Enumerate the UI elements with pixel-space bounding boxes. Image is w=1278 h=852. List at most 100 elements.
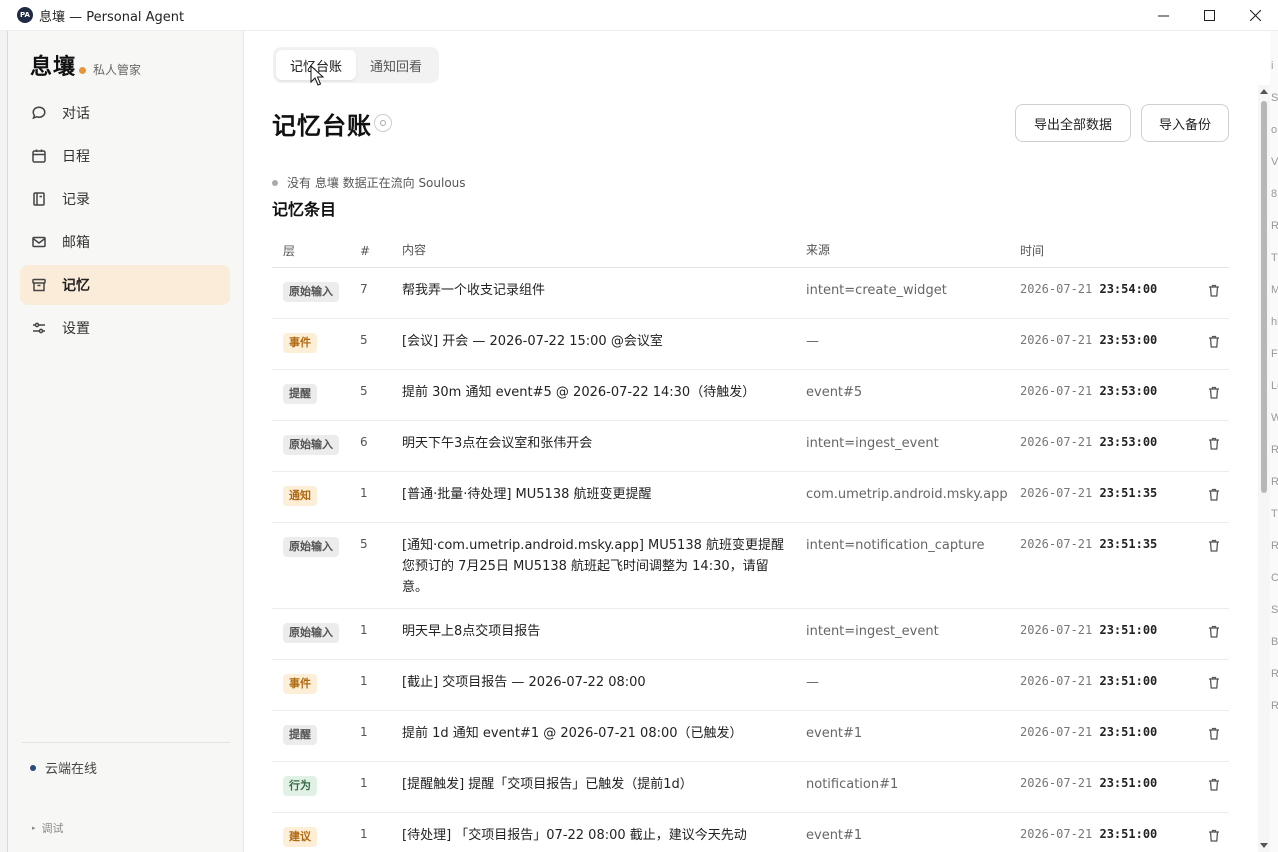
layer-cell: 提醒 [272,723,360,745]
minimize-icon [1157,15,1169,17]
background-glyph: 8 [1271,188,1278,200]
background-glyph: Ti [1271,508,1278,520]
source-cell: intent=ingest_event [806,436,939,451]
table-row: 原始输入 6 明天下午3点在会议室和张伟开会 intent=ingest_event 2… [272,421,1229,472]
sidebar-item-memory[interactable]: 记忆 [20,265,230,305]
sidebar-item-chat[interactable]: 对话 [20,93,230,133]
time-cell: 2026-07-21 23:53:00 [1020,382,1198,398]
trash-icon [1208,539,1219,552]
table-row: 原始输入 7 帮我弄一个收支记录组件 intent=create_widget 2026… [272,268,1229,319]
num-cell: 7 [360,282,368,296]
layer-cell: 原始输入 [272,280,360,302]
layer-badge: 原始输入 [283,435,339,455]
num-cell: 1 [360,486,368,500]
content-cell: 明天下午3点在会议室和张伟开会 [402,436,593,451]
background-glyph: Ci [1271,572,1278,584]
debug-toggle[interactable]: ▸ 调试 [32,820,64,836]
delete-button[interactable] [1198,331,1229,348]
cloud-status-label: 云端在线 [45,762,98,777]
trash-icon [1208,488,1219,501]
main-content: 记忆台账 通知回看 记忆台账 导出全部数据 导入备份 没有 息壤 数据正在流向 … [244,31,1258,852]
delete-button[interactable] [1198,280,1229,297]
source-cell: — [806,675,819,690]
source-cell: — [806,334,819,349]
delete-button[interactable] [1198,723,1229,740]
num-cell: 5 [360,384,368,398]
delete-button[interactable] [1198,535,1229,552]
layer-badge: 行为 [283,776,317,796]
trash-icon [1208,437,1219,450]
delete-button[interactable] [1198,774,1229,791]
delete-button[interactable] [1198,672,1229,689]
background-glyph: Lo [1271,380,1278,392]
delete-button[interactable] [1198,433,1229,450]
table-row: 提醒 1 提前 1d 通知 event#1 @ 2026-07-21 08:00（已… [272,711,1229,762]
delete-button[interactable] [1198,621,1229,638]
table-row: 建议 1 [待处理] 「交项目报告」07-22 08:00 截止，建议今天先动 eve… [272,813,1229,852]
date-text: 2026-07-21 [1020,282,1093,296]
time-text: 23:53:00 [1099,435,1158,449]
close-icon [1249,10,1261,21]
time-cell: 2026-07-21 23:51:00 [1020,672,1198,688]
column-header-num: # [360,243,371,258]
table-header: 层 # 内容 来源 时间 [272,234,1229,268]
content-cell: [截止] 交项目报告 — 2026-07-22 08:00 [402,675,646,690]
background-glyph: M [1271,284,1278,296]
scrollbar-thumb[interactable] [1261,101,1267,493]
content-cell: 提前 30m 通知 event#5 @ 2026-07-22 14:30（待触发… [402,385,756,400]
scroll-up-icon[interactable] [1260,89,1268,94]
background-glyph: V [1271,156,1278,168]
maximize-button[interactable] [1186,0,1232,31]
status-dot-icon [272,179,278,186]
trash-icon [1208,676,1219,689]
sidebar-item-mailbox[interactable]: 邮箱 [20,222,230,262]
column-header-layer: 层 [283,244,296,258]
source-cell: event#5 [806,385,863,400]
close-button[interactable] [1232,0,1278,31]
export-all-button[interactable]: 导出全部数据 [1015,104,1131,142]
memory-table: 层 # 内容 来源 时间 原始输入 7 帮我弄一个收支记录组件 intent=crea… [272,234,1229,852]
info-icon[interactable] [374,114,392,132]
trash-icon [1208,727,1219,740]
num-cell: 6 [360,435,368,449]
trash-icon [1208,284,1219,297]
scroll-down-icon[interactable] [1260,843,1268,848]
background-glyph: R [1271,668,1278,680]
layer-badge: 原始输入 [283,537,339,557]
background-glyph: hi [1271,316,1278,328]
delete-button[interactable] [1198,382,1229,399]
layer-cell: 通知 [272,484,360,506]
layer-badge: 提醒 [283,725,317,745]
sidebar-item-settings[interactable]: 设置 [20,308,230,348]
source-cell: event#1 [806,726,863,741]
trash-icon [1208,386,1219,399]
import-backup-button[interactable]: 导入备份 [1141,104,1229,142]
date-text: 2026-07-21 [1020,333,1093,347]
minimize-button[interactable] [1140,0,1186,31]
column-header-content: 内容 [402,243,427,257]
delete-button[interactable] [1198,484,1229,501]
num-cell: 1 [360,827,368,841]
time-cell: 2026-07-21 23:51:00 [1020,723,1198,739]
brand-name: 息壤 [30,55,77,80]
column-header-time: 时间 [1020,244,1045,258]
notebook-icon [30,190,48,208]
table-row: 行为 1 [提醒触发] 提醒「交项目报告」已触发（提前1d） notification… [272,762,1229,813]
delete-button[interactable] [1198,825,1229,842]
content-cell: [提醒触发] 提醒「交项目报告」已触发（提前1d） [402,777,693,792]
tab-notification-review[interactable]: 通知回看 [356,50,436,80]
table-row: 提醒 5 提前 30m 通知 event#5 @ 2026-07-22 14:30（… [272,370,1229,421]
sidebar-nav: 对话 日程 记录 邮箱 记忆 设置 [20,93,230,351]
sidebar-item-records[interactable]: 记录 [20,179,230,219]
vertical-scrollbar[interactable] [1258,85,1270,852]
content-cell: [普通·批量·待处理] MU5138 航班变更提醒 [402,487,652,502]
content-cell: [待处理] 「交项目报告」07-22 08:00 截止，建议今天先动 [402,828,747,843]
section-title: 记忆条目 [272,200,337,219]
calendar-icon [30,147,48,165]
cloud-status: 云端在线 [30,758,97,777]
caret-right-icon: ▸ [32,824,36,832]
time-text: 23:51:00 [1099,725,1158,739]
time-cell: 2026-07-21 23:51:00 [1020,621,1198,637]
time-text: 23:51:00 [1099,674,1158,688]
sidebar-item-schedule[interactable]: 日程 [20,136,230,176]
